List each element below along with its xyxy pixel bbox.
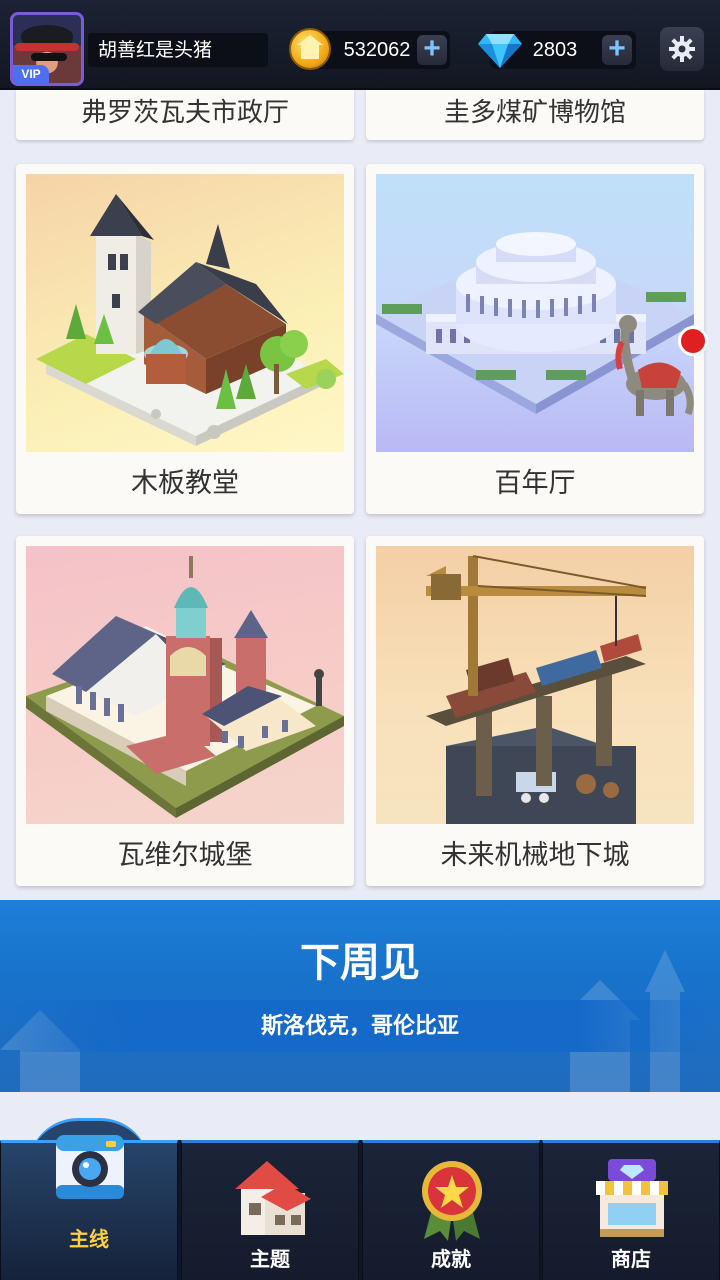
banner-subtitle: 斯洛伐克，哥伦比亚 (260, 1014, 459, 1039)
add-gems-button[interactable]: + (602, 34, 632, 65)
tab-label: 主题 (250, 1247, 290, 1271)
card-title: 木板教堂 (131, 468, 239, 499)
level-card-guido-mine-museum[interactable]: 圭多煤矿博物馆 (366, 90, 704, 140)
tab-label: 成就 (431, 1247, 471, 1271)
tab-label: 商店 (611, 1247, 651, 1271)
hat-brim-shape (15, 43, 79, 51)
medal-icon (422, 1161, 482, 1241)
card-title: 圭多煤矿博物馆 (443, 98, 626, 128)
gem-value: 2803 (532, 39, 578, 61)
card-title: 未来机械地下城 (440, 840, 630, 871)
level-card-centennial-hall[interactable]: 百年厅 (366, 164, 708, 514)
shop-icon (596, 1159, 668, 1237)
tab-label: 主线 (69, 1227, 109, 1251)
level-card-wawel-castle[interactable]: 瓦维尔城堡 (16, 536, 354, 886)
future-mechanical-underground-illustration (376, 546, 694, 824)
tab-theme[interactable]: 主题 (181, 1140, 359, 1280)
gear-icon (669, 36, 695, 62)
level-card-wooden-church[interactable]: 木板教堂 (16, 164, 354, 514)
level-card-future-mechanical-underground[interactable]: 未来机械地下城 (366, 536, 704, 886)
avatar[interactable]: VIP (10, 12, 84, 86)
camera-icon (56, 1135, 124, 1199)
top-bar: VIP 胡善红是头猪 532062 + 2803 + (0, 0, 720, 90)
coin-value: 532062 (343, 39, 411, 61)
coin-icon (289, 28, 331, 70)
card-title: 瓦维尔城堡 (117, 840, 253, 871)
tab-main-line[interactable]: 主线 (0, 1135, 178, 1280)
settings-button[interactable] (660, 27, 704, 71)
tab-achievements[interactable]: 成就 (362, 1140, 540, 1280)
bottom-nav: 主线 主题 成就 商店 (0, 1118, 720, 1280)
username[interactable]: 胡善红是头猪 (88, 33, 268, 67)
centennial-hall-illustration (376, 174, 694, 452)
tab-shop[interactable]: 商店 (542, 1140, 720, 1280)
vip-badge: VIP (13, 65, 49, 83)
next-week-banner: 下周见 斯洛伐克，哥伦比亚 (0, 900, 720, 1092)
eye-mask-shape (31, 53, 67, 61)
house-icon (235, 1161, 311, 1235)
banner-title: 下周见 (300, 940, 420, 986)
card-title: 弗罗茨瓦夫市政厅 (80, 98, 289, 128)
diamond-icon (478, 34, 522, 68)
level-card-wroclaw-town-hall[interactable]: 弗罗茨瓦夫市政厅 (16, 90, 354, 140)
wawel-castle-illustration (26, 546, 344, 824)
wooden-church-illustration (26, 174, 344, 452)
card-title: 百年厅 (494, 468, 576, 499)
add-coins-button[interactable]: + (417, 34, 447, 65)
notification-dot (678, 326, 708, 356)
